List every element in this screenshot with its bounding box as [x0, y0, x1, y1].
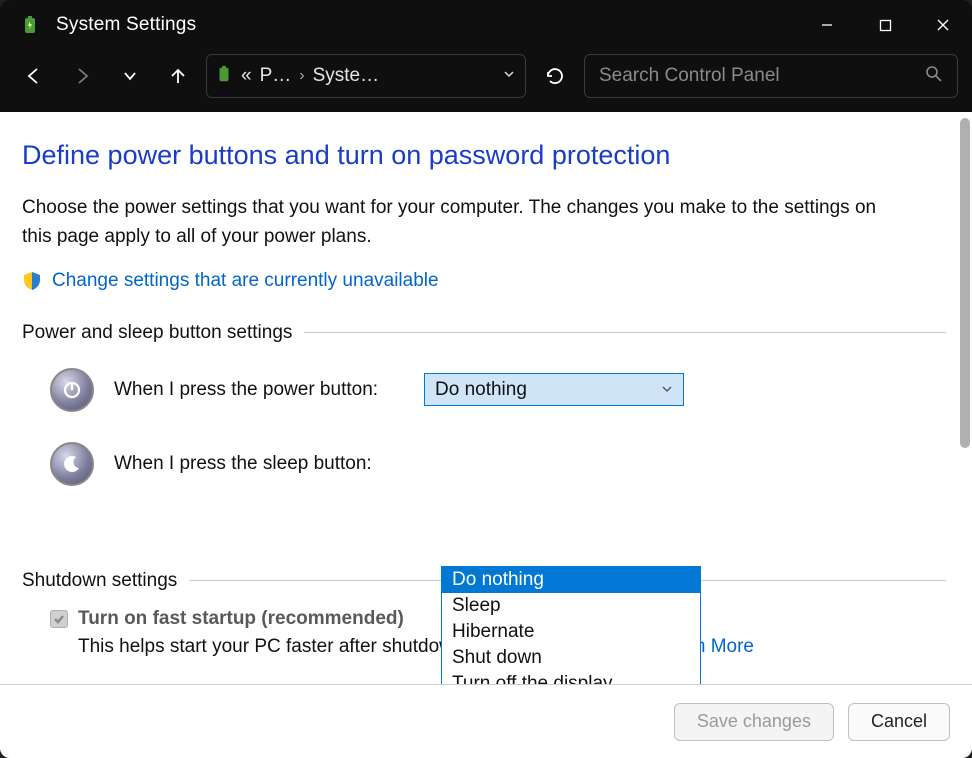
change-settings-link[interactable]: Change settings that are currently unava… — [52, 270, 439, 292]
section-header: Shutdown settings — [22, 570, 177, 592]
dropdown-item[interactable]: Sleep — [442, 593, 700, 619]
recent-button[interactable] — [110, 56, 150, 96]
breadcrumb-ellipsis[interactable]: « — [241, 65, 252, 87]
content-area: Define power buttons and turn on passwor… — [0, 112, 972, 684]
maximize-button[interactable] — [856, 0, 914, 50]
chevron-down-icon[interactable] — [501, 66, 517, 87]
refresh-button[interactable] — [534, 56, 576, 96]
search-icon — [925, 65, 943, 88]
page-title: Define power buttons and turn on passwor… — [22, 140, 946, 171]
fast-startup-label: Turn on fast startup (recommended) — [78, 608, 404, 630]
page-description: Choose the power settings that you want … — [22, 193, 902, 252]
power-button-combo[interactable]: Do nothing — [424, 373, 684, 406]
chevron-right-icon: › — [299, 67, 304, 85]
minimize-button[interactable] — [798, 0, 856, 50]
sleep-icon — [50, 442, 94, 486]
chevron-down-icon — [661, 379, 673, 401]
combo-value: Do nothing — [435, 379, 527, 401]
power-button-dropdown: Do nothing Sleep Hibernate Shut down Tur… — [441, 566, 701, 684]
search-input[interactable] — [599, 65, 925, 87]
up-button[interactable] — [158, 56, 198, 96]
close-button[interactable] — [914, 0, 972, 50]
forward-button[interactable] — [62, 56, 102, 96]
section-header: Power and sleep button settings — [22, 322, 292, 344]
battery-icon — [18, 13, 42, 37]
scrollbar[interactable] — [960, 118, 970, 448]
dropdown-item[interactable]: Do nothing — [442, 567, 700, 593]
sleep-button-label: When I press the sleep button: — [114, 453, 424, 475]
breadcrumb-item[interactable]: Syste… — [313, 65, 380, 87]
power-icon — [50, 368, 94, 412]
titlebar: System Settings — [0, 0, 972, 50]
back-button[interactable] — [14, 56, 54, 96]
save-button[interactable]: Save changes — [674, 703, 834, 741]
breadcrumb-item[interactable]: P… — [260, 65, 292, 87]
window-title: System Settings — [56, 14, 196, 36]
footer-bar: Save changes Cancel — [0, 684, 972, 758]
nav-bar: « P… › Syste… — [0, 50, 972, 112]
dropdown-item[interactable]: Shut down — [442, 645, 700, 671]
shield-icon — [22, 271, 42, 291]
dropdown-item[interactable]: Turn off the display — [442, 671, 700, 684]
address-bar[interactable]: « P… › Syste… — [206, 54, 526, 98]
cancel-button[interactable]: Cancel — [848, 703, 950, 741]
search-box[interactable] — [584, 54, 958, 98]
fast-startup-checkbox[interactable] — [50, 610, 68, 628]
dropdown-item[interactable]: Hibernate — [442, 619, 700, 645]
battery-icon — [215, 65, 233, 88]
power-button-label: When I press the power button: — [114, 379, 424, 401]
divider — [304, 332, 946, 333]
